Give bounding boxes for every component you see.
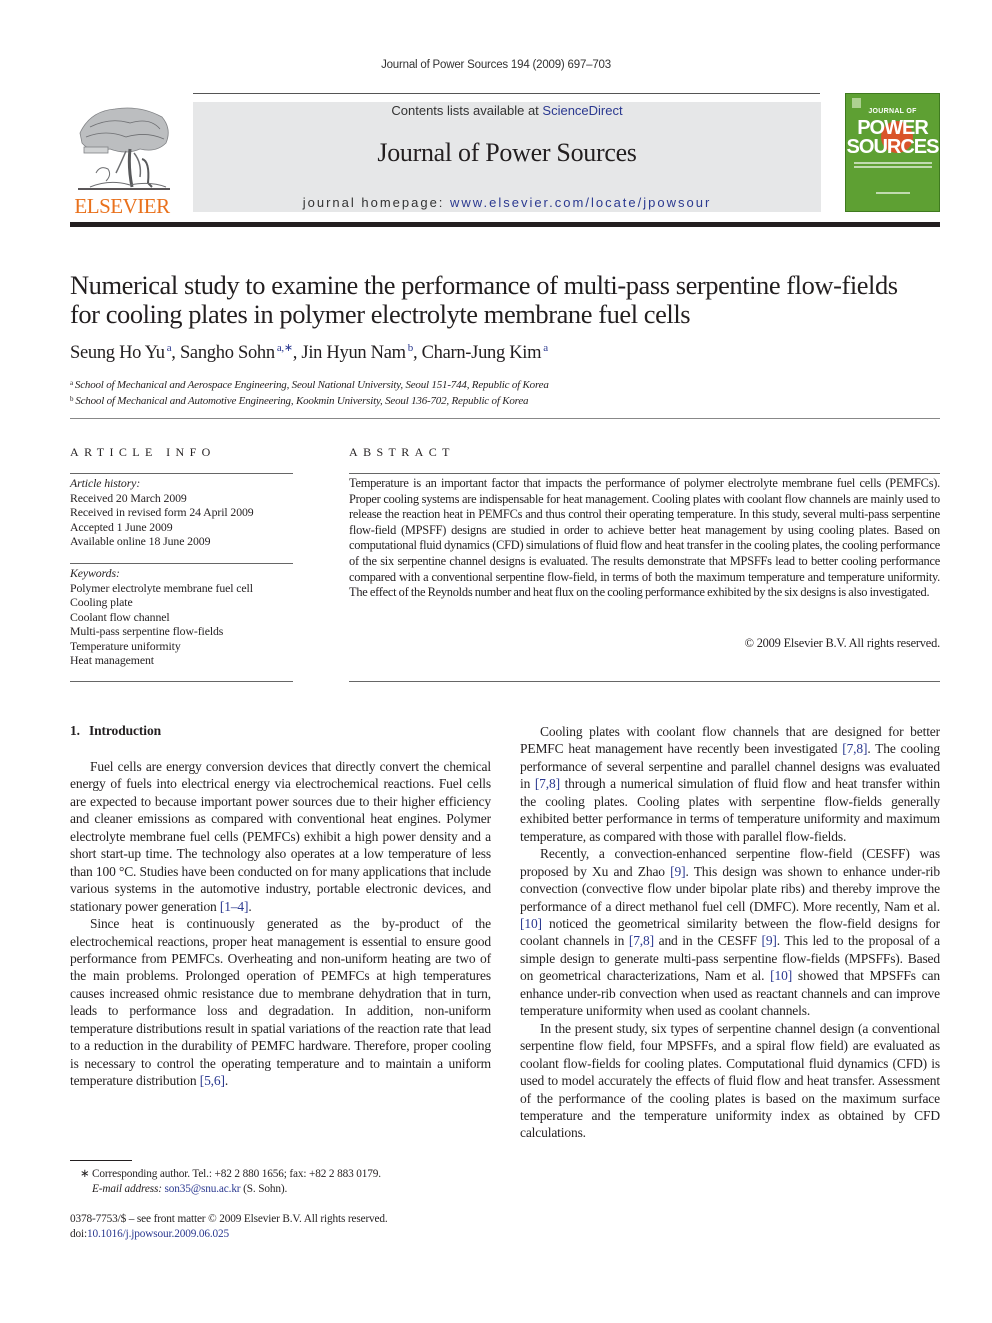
elsevier-wordmark: ELSEVIER [74,194,170,218]
citation-link[interactable]: [9] [670,864,685,879]
author-name: Seung Ho Yu [70,343,165,363]
history-item: Available online 18 June 2009 [70,534,211,548]
email-line: E-mail address: son35@snu.ac.kr (S. Sohn… [80,1182,381,1197]
author[interactable]: Sangho Sohn a,∗ [179,342,293,364]
masthead-bottom-rule [70,222,940,227]
citation-link[interactable]: [7,8] [629,933,654,948]
email-link[interactable]: son35@snu.ac.kr [165,1183,241,1195]
cover-subtitle-line [854,166,932,168]
cover-emblem-icon [852,98,861,108]
masthead-top-rule [193,93,820,94]
keyword: Cooling plate [70,595,133,609]
author[interactable]: Seung Ho Yu a [70,342,172,364]
affiliation-mark[interactable]: a [167,342,172,354]
history-item: Accepted 1 June 2009 [70,519,173,534]
author-name: Sangho Sohn [179,343,275,363]
divider [349,473,940,474]
cover-title-sources: SOURCES [846,136,939,158]
body-column-right: Cooling plates with coolant flow channel… [520,723,940,1142]
abstract-text: Temperature is an important factor that … [349,476,940,600]
history-item: Received 20 March 2009 [70,490,187,505]
citation-link[interactable]: [5,6] [200,1073,225,1088]
cover-title-small: JOURNAL OF [868,108,917,115]
author[interactable]: Jin Hyun Nam b [301,342,414,364]
divider [70,418,940,419]
elsevier-logo[interactable]: ELSEVIER [70,103,174,218]
affiliation-label: b [70,395,74,403]
contents-line: Contents lists available at ScienceDirec… [193,103,821,118]
affiliation-text: School of Mechanical and Automotive Engi… [75,395,529,407]
running-head: Journal of Power Sources 194 (2009) 697–… [381,59,611,71]
keyword: Coolant flow channel [70,609,170,624]
section-heading: 1. Introduction [70,723,161,739]
keyword: Temperature uniformity [70,638,181,653]
citation-link[interactable]: [7,8] [842,741,867,756]
issn-line: 0378-7753/$ – see front matter © 2009 El… [70,1213,388,1225]
citation-link[interactable]: [10] [770,968,792,983]
author-name: Jin Hyun Nam [301,343,406,363]
citation-link[interactable]: [1–4] [220,899,249,914]
email-suffix: (S. Sohn). [240,1182,288,1195]
footnote-rule [70,1160,132,1161]
affiliation-mark[interactable]: a [543,342,548,354]
elsevier-tree-icon [78,107,170,190]
citation-link[interactable]: [9] [761,933,776,948]
body-paragraph: Since heat is continuously generated as … [70,916,491,1089]
affiliation-mark[interactable]: b [408,342,414,354]
author[interactable]: Charn-Jung Kim a [421,342,549,364]
abstract-copyright: © 2009 Elsevier B.V. All rights reserved… [744,636,941,650]
journal-homepage-link[interactable]: www.elsevier.com/locate/jpowsour [450,195,711,210]
cover-subtitle-line [854,162,932,164]
divider [70,473,293,474]
history-label: Article history: [70,476,141,490]
keyword: Multi-pass serpentine flow-fields [70,624,224,638]
author-name: Charn-Jung Kim [421,343,542,363]
homepage-prefix: journal homepage: [302,195,451,210]
sciencedirect-link[interactable]: ScienceDirect [542,103,622,118]
article-title: Numerical study to examine the performan… [70,270,898,329]
body-column-left: Fuel cells are energy conversion devices… [70,758,491,1090]
keyword: Polymer electrolyte membrane fuel cell [70,580,253,595]
corresponding-author-footnote: ∗ Corresponding author. Tel.: +82 2 880 1… [80,1167,381,1196]
footnote-star: ∗ [80,1168,90,1180]
affiliation-mark[interactable]: a,∗ [277,342,293,354]
body-paragraph: In the present study, six types of serpe… [520,1020,940,1141]
article-history: Article history: Received 20 March 2009 … [70,476,300,549]
article-info-heading: ARTICLE INFO [70,445,216,459]
keyword: Heat management [70,653,154,667]
divider [70,681,293,682]
affiliation-text: School of Mechanical and Aerospace Engin… [74,379,549,391]
journal-title: Journal of Power Sources [377,138,637,167]
footnote-line: ∗ Corresponding author. Tel.: +82 2 880 1… [80,1167,381,1182]
divider [349,681,940,682]
keywords-label: Keywords: [70,566,120,580]
email-label: E-mail address: [92,1182,162,1195]
footnote-text: Corresponding author. Tel.: +82 2 880 16… [92,1168,381,1180]
journal-homepage-line: journal homepage: www.elsevier.com/locat… [193,195,821,210]
abstract-heading: ABSTRACT [349,445,455,459]
affiliation: a School of Mechanical and Aerospace Engi… [70,376,549,392]
cover-publisher-mark [876,192,910,194]
section-number: 1. [70,723,80,738]
citation-link[interactable]: [10] [520,916,542,931]
affiliations: a School of Mechanical and Aerospace Engi… [70,376,549,408]
contents-prefix: Contents lists available at [391,103,543,118]
affiliation-label: a [70,379,73,387]
keywords: Keywords: Polymer electrolyte membrane f… [70,566,300,668]
affiliation: b School of Mechanical and Automotive Eng… [70,392,549,408]
doi-link[interactable]: 10.1016/j.jpowsour.2009.06.025 [87,1228,229,1240]
divider [70,563,293,564]
citation-link[interactable]: [7,8] [535,776,560,791]
front-matter: 0378-7753/$ – see front matter © 2009 El… [70,1212,388,1241]
doi-line: doi:10.1016/j.jpowsour.2009.06.025 [70,1227,388,1242]
journal-masthead: Contents lists available at ScienceDirec… [193,102,821,212]
author-list: Seung Ho Yu a, Sangho Sohn a,∗, Jin Hyun N… [70,342,549,364]
doi-prefix: doi: [70,1227,87,1240]
section-title: Introduction [88,723,162,738]
body-paragraph: Cooling plates with coolant flow channel… [520,724,940,844]
body-paragraph: Recently, a convection-enhanced serpenti… [520,846,941,1019]
body-paragraph: Fuel cells are energy conversion devices… [70,759,491,914]
history-item: Received in revised form 24 April 2009 [70,505,254,519]
journal-cover-thumbnail[interactable]: JOURNAL OF POWER SOURCES [845,93,940,212]
